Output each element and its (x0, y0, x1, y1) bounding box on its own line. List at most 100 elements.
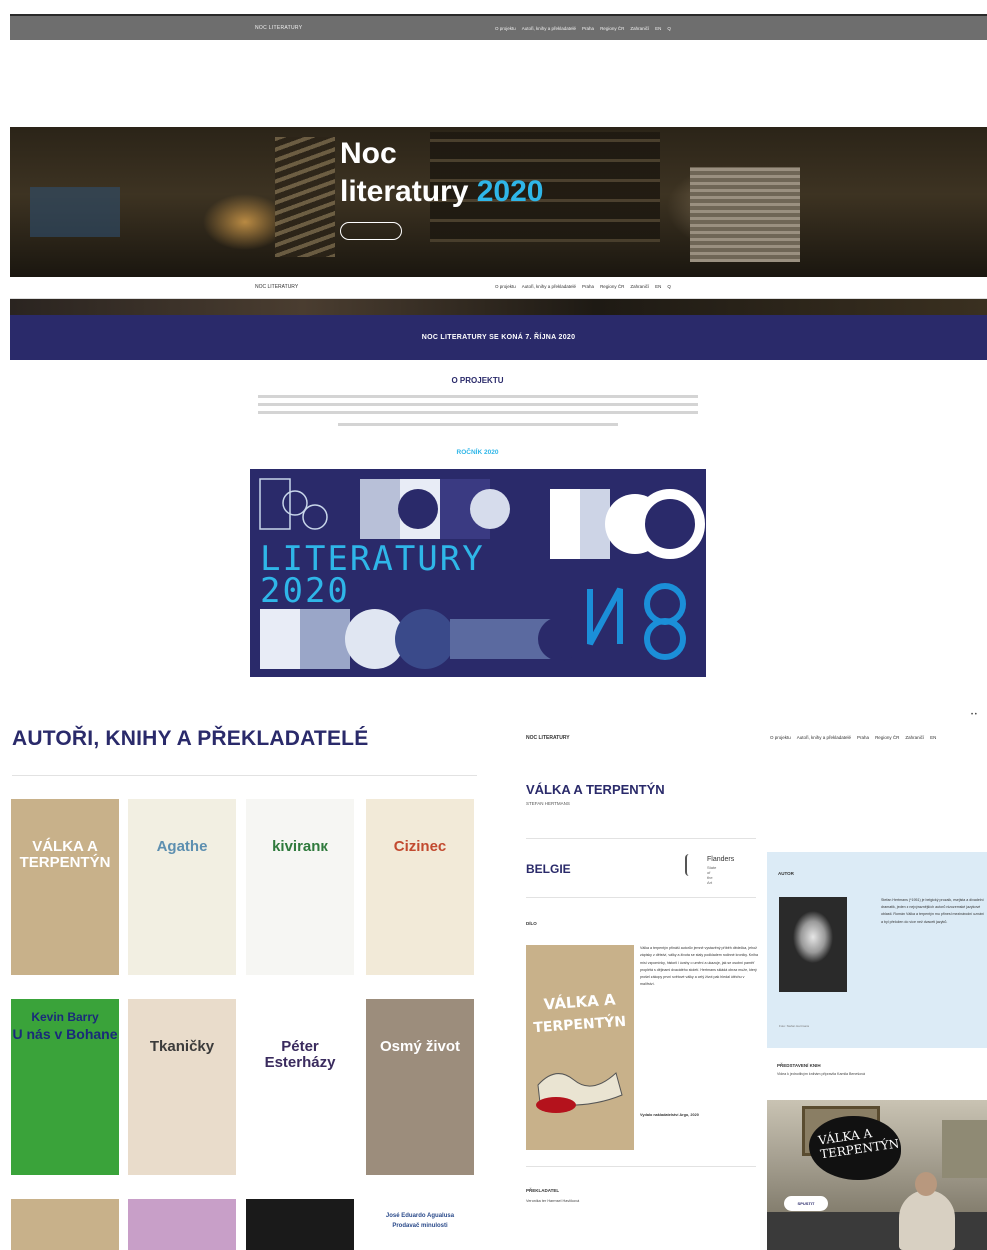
video-person-head (915, 1172, 937, 1196)
books-heading: AUTOŘI, KNIHY A PŘEKLADATELÉ (12, 727, 369, 750)
book-cover[interactable]: Kevin Barry U nás v Bohane (11, 999, 119, 1175)
book-cover-title: Péter Esterházy (264, 1038, 336, 1071)
book-cover[interactable]: kiviranк (246, 799, 354, 975)
search-icon[interactable]: Q (667, 284, 671, 289)
hero-banner: Noc literatury 2020 (10, 127, 987, 277)
book-cover[interactable]: Cizinec (366, 799, 474, 975)
book-cover[interactable]: Péter Esterházy (246, 999, 354, 1175)
book-cover-subtitle: Prodavač minulosti (392, 1223, 448, 1229)
book-cover[interactable]: VÁLKA A TERPENTÝN (11, 799, 119, 975)
hero-title-word: literatury (340, 175, 469, 208)
nav-item-abroad[interactable]: Zahraničí (630, 284, 649, 289)
country-label: BELGIE (526, 862, 571, 876)
nav-item-lang[interactable]: EN (655, 284, 661, 289)
date-banner: NOC LITERATURY SE KONÁ 7. ŘÍJNA 2020 (10, 315, 987, 360)
book-cover-title: Agathe (156, 838, 208, 855)
main-nav: O projektu Autoři, knihy a překladatelé … (495, 26, 671, 31)
poster-noc-outline (259, 478, 328, 530)
nav-item-regions[interactable]: Regiony ČR (600, 26, 624, 31)
poster-noc-bottom (260, 609, 582, 669)
sponsor-name: Flanders (707, 856, 735, 863)
nav-item-praha[interactable]: Praha (582, 284, 594, 289)
hero-photo-stairs (275, 137, 335, 257)
photo-caption: Foto: Stefan Hertmans (779, 1024, 810, 1028)
play-button[interactable]: SPUSTIT (784, 1196, 828, 1211)
nav-item-lang[interactable]: EN (930, 735, 936, 740)
video-picture-frame (942, 1120, 987, 1178)
book-cover[interactable] (246, 1199, 354, 1250)
hero-title-line1: Noc (340, 137, 397, 170)
book-cover[interactable] (128, 1199, 236, 1250)
book-author[interactable]: STEFAN HERTMANS (526, 801, 570, 806)
author-panel: AUTOR Foto: Stefan Hertmans Stefan Hertm… (767, 852, 987, 1048)
translator-label: PŘEKLADATEL (526, 1188, 560, 1193)
sponsor-tagline: State of the Art (707, 865, 717, 885)
nav-item-regions[interactable]: Regiony ČR (600, 284, 624, 289)
divider (526, 1166, 756, 1167)
nav-item-abroad[interactable]: Zahraničí (905, 735, 924, 740)
nav-item-abroad[interactable]: Zahraničí (630, 26, 649, 31)
nav-item-about[interactable]: O projektu (495, 284, 516, 289)
author-label: AUTOR (778, 871, 794, 876)
author-photo (779, 897, 847, 992)
hero-button[interactable] (340, 222, 402, 240)
nav-item-authors[interactable]: Autoři, knihy a překladatelé (797, 735, 851, 740)
nav-item-about[interactable]: O projektu (495, 26, 516, 31)
book-cover-subtitle: U nás v Bohane (12, 1026, 118, 1042)
site-logo-text[interactable]: NOC LITERATURY (255, 284, 298, 290)
detail-logo-text[interactable]: NOC LITERATURY (526, 735, 570, 741)
book-cover-title: Cizinec (393, 838, 447, 855)
flanders-lion-icon (685, 854, 699, 876)
translator-name[interactable]: Veronika ter Harmsel Havlíková (526, 1199, 579, 1203)
detail-cover-art: VÁLKA A TERPENTÝN (533, 990, 627, 1113)
book-description: Válka a terpentýn přináší autorův jemně … (640, 946, 758, 987)
detail-book-cover: VÁLKA A TERPENTÝN (526, 945, 634, 1150)
presentation-label: PŘEDSTAVENÍ KNIH (777, 1063, 821, 1068)
search-icon[interactable]: Q (667, 26, 671, 31)
book-cover[interactable]: José Eduardo Agualusa Prodavač minulosti (366, 1199, 474, 1250)
about-text (258, 393, 698, 436)
book-title: VÁLKA A TERPENTÝN (526, 782, 665, 797)
presentation-subtitle: Videa k jednotlivým knihám připravila Ka… (777, 1072, 866, 1076)
nav-item-praha[interactable]: Praha (582, 26, 594, 31)
book-video[interactable]: VÁLKA A TERPENTÝN SPUSTIT (767, 1100, 987, 1250)
nav-item-authors[interactable]: Autoři, knihy a překladatelé (522, 26, 576, 31)
detail-nav: O projektu Autoři, knihy a překladatelé … (770, 735, 936, 740)
site-logo-text[interactable]: NOC LITERATURY (255, 25, 302, 31)
sticky-nav: NOC LITERATURY O projektu Autoři, knihy … (10, 277, 987, 299)
book-cover[interactable]: Agathe (128, 799, 236, 975)
video-person (899, 1190, 955, 1250)
work-label: DÍLO (526, 921, 537, 926)
divider (526, 897, 756, 898)
nav-item-regions[interactable]: Regiony ČR (875, 735, 899, 740)
site-header: NOC LITERATURY O projektu Autoři, knihy … (10, 14, 987, 40)
date-banner-text: NOC LITERATURY SE KONÁ 7. ŘÍJNA 2020 (421, 334, 576, 341)
publisher: Vydalo nakladatelství Argo, 2020 (640, 1113, 699, 1117)
book-cover-title: Osmý život (379, 1038, 461, 1055)
author-bio: Stefan Hertmans (*1951) je belgický proz… (881, 898, 985, 924)
hero-title-year: 2020 (476, 175, 544, 208)
book-cover-title: Kevin Barry (31, 1010, 99, 1024)
book-cover[interactable]: Osmý život (366, 999, 474, 1175)
year-heading: ROČNÍK 2020 (456, 449, 499, 456)
hero-photo-detail (30, 187, 120, 237)
book-cover[interactable] (11, 1199, 119, 1250)
nav-item-praha[interactable]: Praha (857, 735, 869, 740)
nav-item-authors[interactable]: Autoři, knihy a překladatelé (522, 284, 576, 289)
book-cover-title: Tkaničky (149, 1038, 215, 1055)
hero-photo-shutter (690, 167, 800, 262)
book-cover[interactable]: Tkaničky (128, 999, 236, 1175)
book-cover-title: José Eduardo Agualusa (385, 1213, 455, 1219)
divider (526, 838, 756, 839)
hero-title-line2: literatury 2020 (340, 175, 543, 209)
divider (12, 775, 477, 776)
about-heading: O PROJEKTU (451, 376, 504, 385)
hero-photo-strip (10, 299, 987, 315)
nav-item-lang[interactable]: EN (655, 26, 661, 31)
nav-item-about[interactable]: O projektu (770, 735, 791, 740)
detail-cover-title-2: TERPENTÝN (533, 1012, 627, 1036)
detail-cover-title-1: VÁLKA A (543, 990, 616, 1014)
poster-year: 2020 (260, 571, 350, 611)
poster-n8-right (587, 583, 686, 660)
book-cover-title: VÁLKA A TERPENTÝN (19, 838, 111, 871)
